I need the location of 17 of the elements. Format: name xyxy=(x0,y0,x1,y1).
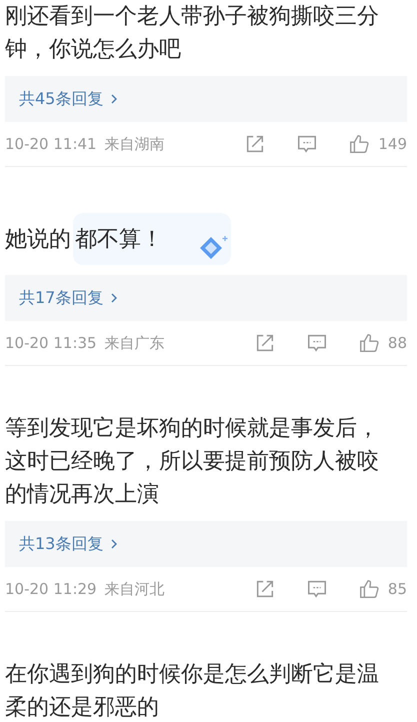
replies-link[interactable]: 共13条回复 xyxy=(5,521,407,567)
like-count: 85 xyxy=(388,580,407,598)
like-count: 149 xyxy=(378,135,407,153)
comment-text: 都不算！ xyxy=(75,226,163,254)
replies-link[interactable]: 共17条回复 xyxy=(5,275,407,321)
comment-text: 刚还看到一个老人带孙子被狗撕咬三分钟，你说怎么办吧 xyxy=(5,3,380,64)
like-count: 88 xyxy=(388,334,407,352)
comment-location: 来自湖南 xyxy=(104,134,165,154)
comment-location: 来自河北 xyxy=(104,580,165,598)
comment-time: 10-20 11:41 xyxy=(5,135,97,153)
replies-link[interactable]: 共45条回复 xyxy=(5,76,407,122)
comment-time: 10-20 11:29 xyxy=(5,580,97,598)
comment-text: 她说的 xyxy=(5,226,71,254)
comment-text: 在你遇到狗的时候你是怎么判断它是温柔的还是邪恶的 xyxy=(5,661,380,722)
comment-text: 等到发现它是坏狗的时候就是事发后，这时已经晚了，所以要提前预防人被咬的情况再次上演 xyxy=(5,415,380,509)
comment-time: 10-20 11:35 xyxy=(5,334,97,352)
comment-location: 来自广东 xyxy=(104,334,165,352)
